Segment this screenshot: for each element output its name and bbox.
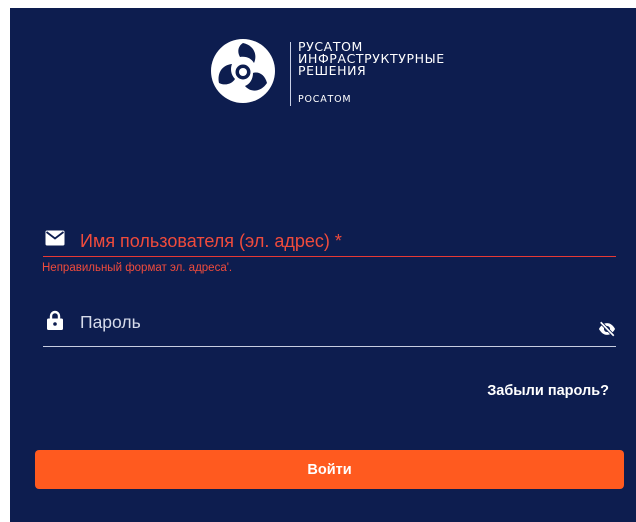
brand-sub: РОСАТОМ — [298, 94, 352, 105]
brand-logo: РУСАТОМ ИНФРАСТРУКТУРНЫЕ РЕШЕНИЯ РОСАТОМ — [210, 38, 470, 114]
email-field-label: Имя пользователя (эл. адрес) * — [80, 231, 342, 251]
email-field[interactable]: Имя пользователя (эл. адрес) * — [43, 220, 616, 257]
password-field[interactable]: Пароль — [43, 310, 616, 347]
rosatom-logo-icon — [211, 39, 275, 103]
login-panel: РУСАТОМ ИНФРАСТРУКТУРНЫЕ РЕШЕНИЯ РОСАТОМ… — [10, 8, 636, 522]
logo-divider — [290, 42, 291, 106]
lock-icon — [47, 310, 63, 330]
email-error-message: Неправильный формат эл. адреса'. — [42, 262, 233, 274]
password-field-label: Пароль — [80, 312, 141, 332]
login-button[interactable]: Войти — [35, 450, 624, 489]
forgot-password-link[interactable]: Забыли пароль? — [487, 383, 609, 399]
brand-line-3: РЕШЕНИЯ — [298, 63, 367, 78]
eye-slash-icon[interactable] — [598, 320, 616, 338]
envelope-icon — [45, 230, 65, 246]
brand-name: РУСАТОМ ИНФРАСТРУКТУРНЫЕ РЕШЕНИЯ — [298, 40, 445, 78]
